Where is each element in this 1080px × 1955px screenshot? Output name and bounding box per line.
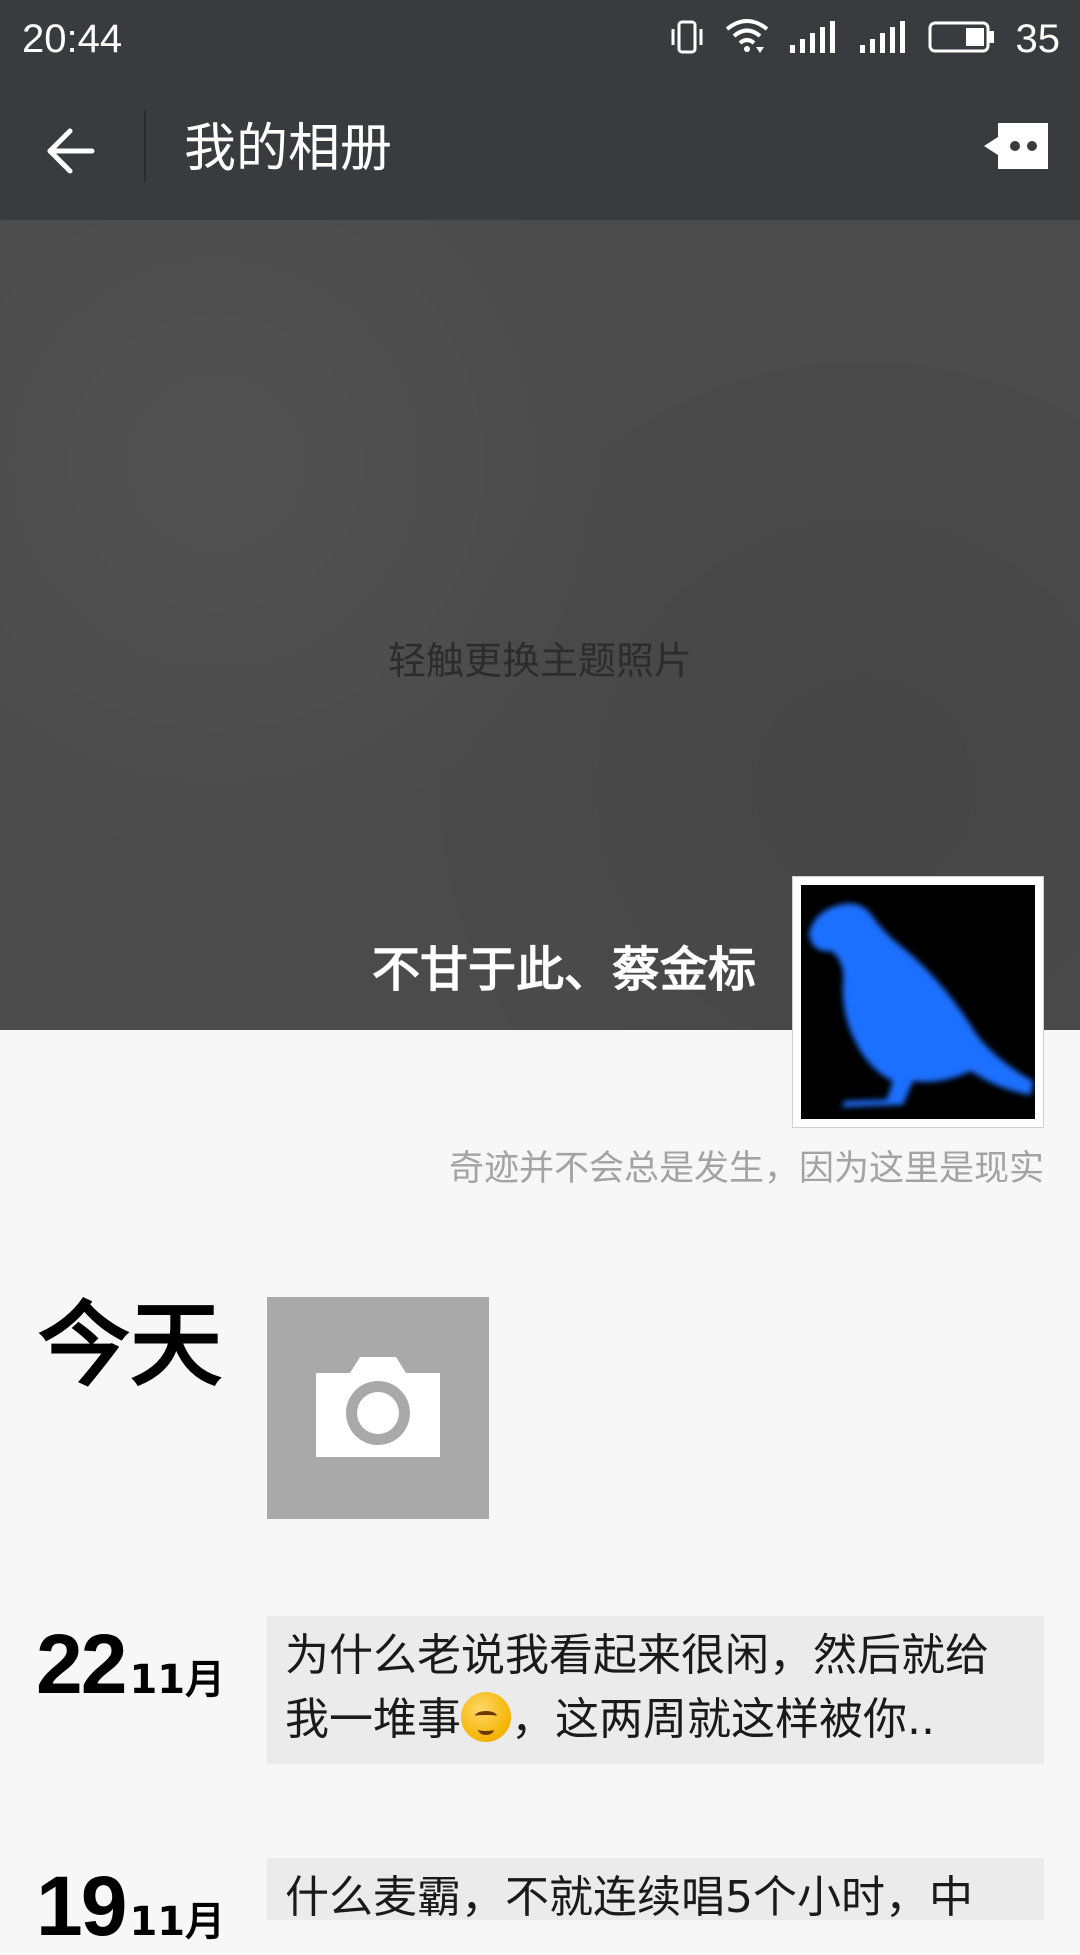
- arrow-left-icon: [44, 127, 96, 179]
- post-text-line: 我一堆事: [285, 1694, 461, 1745]
- post-text-line: 为什么老说我看起来很闲，然后就给: [285, 1630, 989, 1681]
- battery-icon: [928, 20, 996, 58]
- post-card[interactable]: 为什么老说我看起来很闲，然后就给 我一堆事 ，这两周就这样被你..: [267, 1616, 1044, 1764]
- vibrate-icon: [668, 19, 706, 59]
- post-text: 什么麦霸，不就连续唱5个小时，中: [285, 1866, 1026, 1930]
- add-photo-button[interactable]: [267, 1297, 489, 1519]
- post-card[interactable]: 什么麦霸，不就连续唱5个小时，中: [267, 1858, 1044, 1923]
- wifi-icon: [724, 17, 770, 61]
- signal-icon: [858, 19, 910, 59]
- status-time: 20:44: [22, 17, 123, 61]
- post-day: 19: [36, 1859, 127, 1953]
- avatar[interactable]: [792, 876, 1044, 1128]
- post-month: 11月: [129, 1899, 226, 1945]
- status-bar: 20:44 35: [0, 0, 1080, 78]
- post-text-line: 什么麦霸，不就连续唱5个小时，中: [285, 1872, 973, 1923]
- post-text: 为什么老说我看起来很闲，然后就给 我一堆事 ，这两周就这样被你..: [285, 1624, 1026, 1752]
- title-divider: [144, 110, 146, 182]
- blushing-face-emoji-icon: [461, 1692, 511, 1742]
- post-text-line: ，这两周就这样被你..: [511, 1694, 935, 1745]
- title-bar: 我的相册: [0, 78, 1080, 220]
- camera-icon: [310, 1351, 446, 1465]
- message-button[interactable]: [980, 118, 1054, 178]
- profile-name: 不甘于此、蔡金标: [371, 942, 756, 998]
- signal-icon: [788, 19, 840, 59]
- message-icon: [982, 121, 1052, 175]
- bird-avatar-image: [801, 885, 1035, 1119]
- back-button[interactable]: [30, 113, 110, 193]
- today-label: 今天: [38, 1292, 223, 1399]
- post-month: 11月: [129, 1657, 226, 1703]
- status-icons: 35: [668, 14, 1061, 64]
- cover-hint: 轻触更换主题照片: [387, 639, 692, 683]
- signature: 奇迹并不会总是发生，因为这里是现实: [448, 1149, 1044, 1189]
- page-title: 我的相册: [184, 119, 393, 179]
- post-date: 19 11月: [36, 1858, 225, 1955]
- battery-level: 35: [1015, 17, 1061, 61]
- post-date: 22 11月: [36, 1616, 225, 1713]
- post-day: 22: [36, 1617, 127, 1711]
